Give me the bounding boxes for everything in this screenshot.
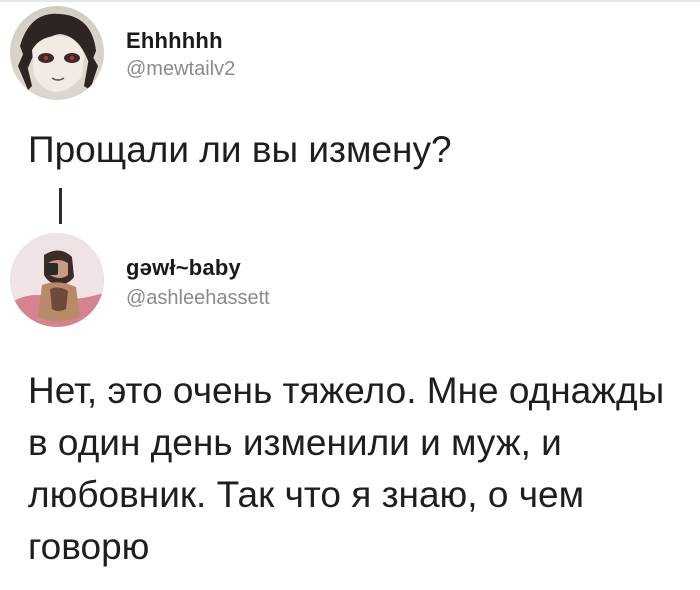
- avatar[interactable]: [10, 6, 104, 100]
- tweet-text: Прощали ли вы измену?: [28, 129, 452, 170]
- tweet-text: Нет, это очень тяжело. Мне однажды в оди…: [28, 370, 665, 567]
- selfie-photo-avatar-icon: [10, 233, 104, 327]
- user-name[interactable]: gəwł~baby: [126, 255, 241, 281]
- user-handle[interactable]: @mewtailv2: [126, 58, 235, 81]
- thread-connector-line: [59, 188, 62, 224]
- avatar[interactable]: [10, 233, 104, 327]
- user-handle[interactable]: @ashleehassett: [126, 287, 270, 310]
- anime-girl-avatar-icon: [18, 13, 98, 92]
- user-name[interactable]: Ehhhhhh: [126, 28, 223, 54]
- top-border: [0, 0, 700, 2]
